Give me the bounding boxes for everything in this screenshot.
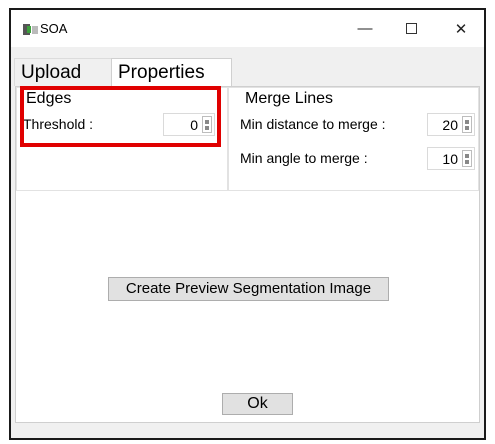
maximize-icon — [405, 23, 417, 34]
minimize-button[interactable]: — — [342, 10, 388, 47]
min-angle-value: 10 — [442, 151, 458, 167]
maximize-button[interactable] — [388, 10, 434, 47]
minimize-icon: — — [357, 20, 373, 37]
close-button[interactable]: ✕ — [438, 10, 484, 47]
spinner-arrows-icon[interactable] — [462, 150, 472, 167]
min-distance-value: 20 — [442, 117, 458, 133]
app-logo-icon — [23, 24, 39, 35]
title-bar[interactable]: SOA — ✕ — [11, 10, 484, 47]
tab-properties[interactable]: Properties — [111, 58, 232, 86]
ok-button[interactable]: Ok — [222, 393, 293, 415]
create-preview-button[interactable]: Create Preview Segmentation Image — [108, 277, 389, 301]
spinner-arrows-icon[interactable] — [202, 116, 212, 133]
min-angle-label: Min angle to merge : — [240, 150, 368, 166]
min-angle-spinbox[interactable]: 10 — [427, 147, 475, 170]
min-distance-label: Min distance to merge : — [240, 116, 386, 132]
min-distance-spinbox[interactable]: 20 — [427, 113, 475, 136]
threshold-spinbox[interactable]: 0 — [163, 113, 215, 136]
merge-lines-group-title: Merge Lines — [245, 90, 334, 107]
properties-panel: Edges Threshold : 0 Merge Lines Min dist… — [15, 86, 480, 423]
threshold-value: 0 — [190, 117, 198, 133]
close-icon: ✕ — [454, 20, 468, 38]
merge-lines-group: Merge Lines Min distance to merge : 20 M… — [228, 87, 479, 191]
threshold-label: Threshold : — [23, 116, 94, 132]
app-window: SOA — ✕ Upload Properties Edges Threshol… — [9, 8, 486, 440]
edges-group-title: Edges — [26, 90, 72, 107]
edges-group: Edges Threshold : 0 — [16, 87, 228, 191]
window-title: SOA — [40, 21, 68, 36]
spinner-arrows-icon[interactable] — [462, 116, 472, 133]
tab-upload[interactable]: Upload — [14, 58, 111, 86]
